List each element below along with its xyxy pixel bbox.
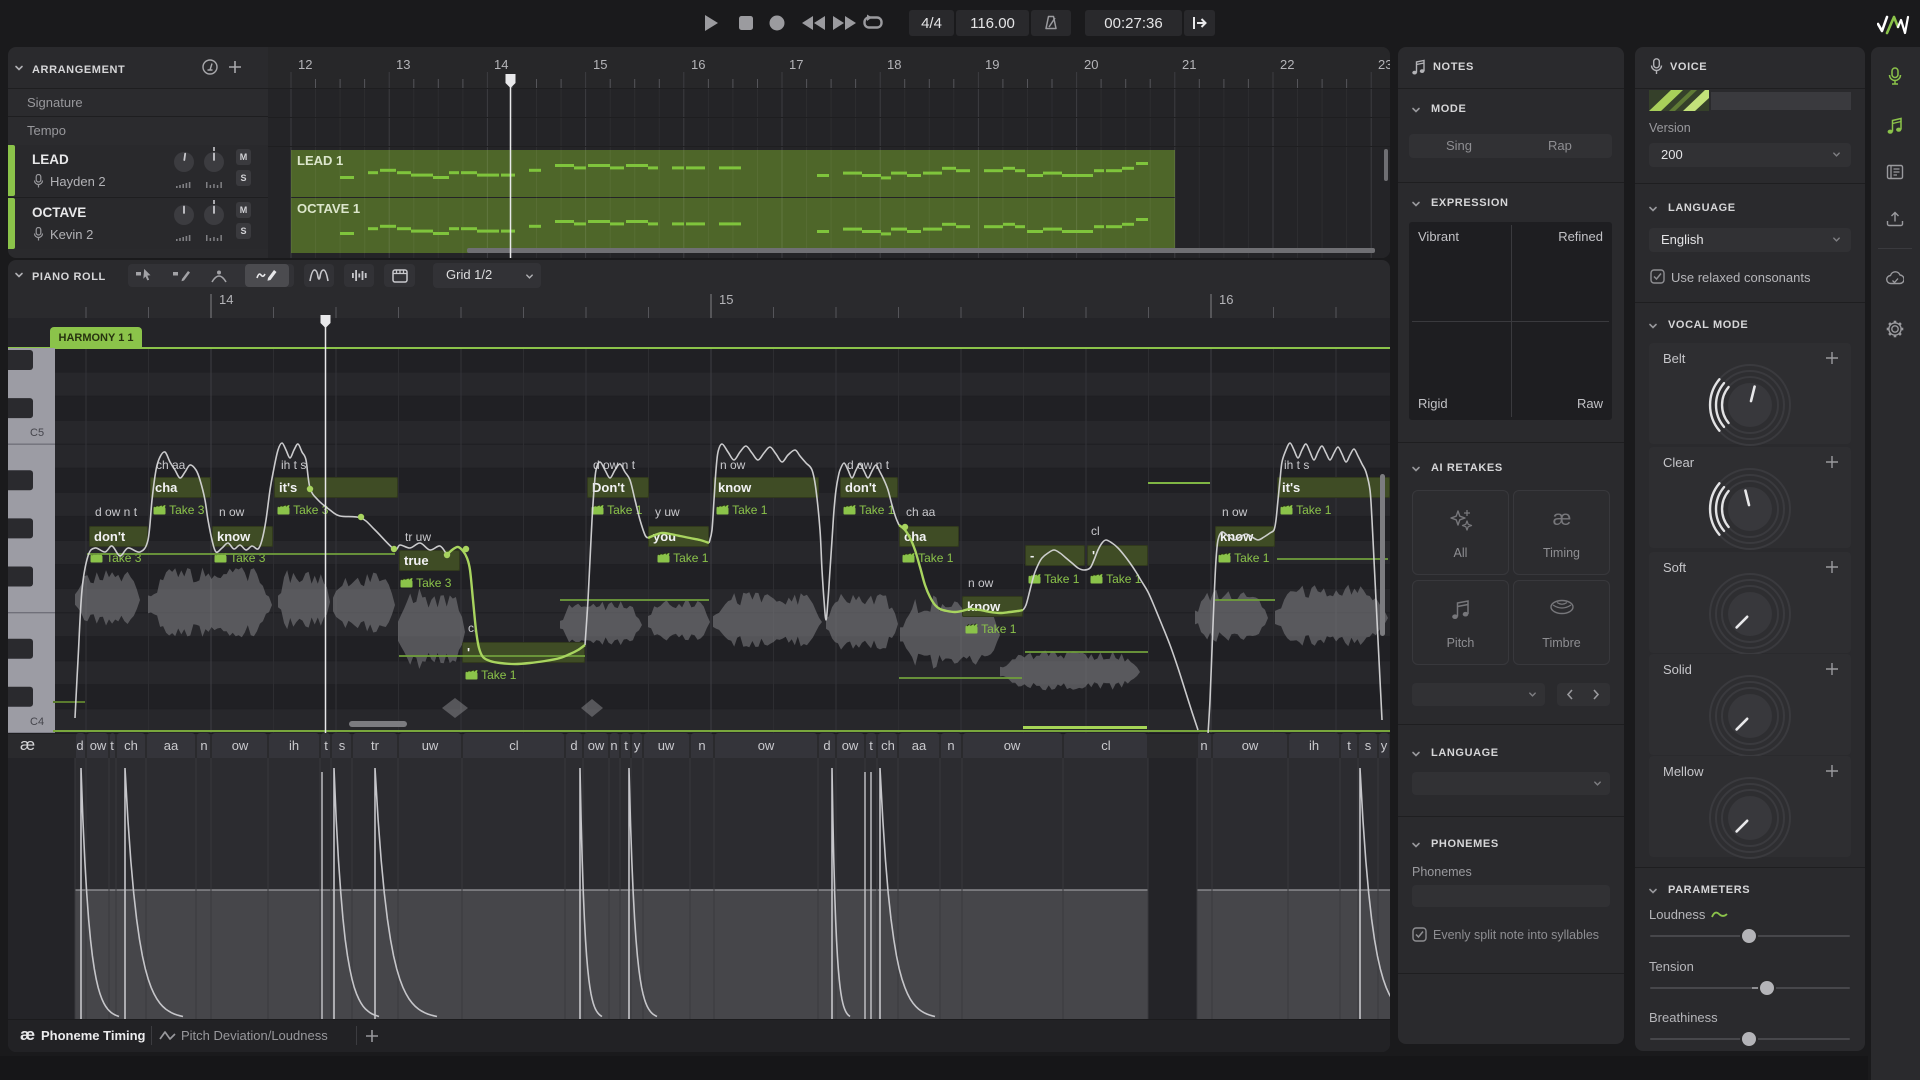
svg-text:s: s: [1365, 738, 1372, 753]
svg-text:15: 15: [593, 57, 607, 72]
svg-text:n: n: [200, 738, 207, 753]
svg-text:ow: ow: [758, 738, 775, 753]
svg-text:t: t: [624, 738, 628, 753]
svg-text:t: t: [110, 738, 114, 753]
svg-text:15: 15: [719, 292, 733, 307]
svg-text:æ: æ: [1552, 508, 1571, 530]
svg-text:22: 22: [1280, 57, 1294, 72]
svg-text:16: 16: [691, 57, 705, 72]
svg-text:ow: ow: [232, 738, 249, 753]
svg-text:n: n: [610, 738, 617, 753]
svg-text:n: n: [1200, 738, 1207, 753]
svg-text:19: 19: [985, 57, 999, 72]
svg-text:n: n: [947, 738, 954, 753]
svg-text:s: s: [339, 738, 346, 753]
svg-text:16: 16: [1219, 292, 1233, 307]
svg-text:d: d: [823, 738, 830, 753]
svg-text:ch: ch: [881, 738, 895, 753]
svg-text:n: n: [698, 738, 705, 753]
svg-text:d: d: [76, 738, 83, 753]
svg-text:aa: aa: [164, 738, 179, 753]
svg-text:17: 17: [789, 57, 803, 72]
svg-text:t: t: [869, 738, 873, 753]
svg-text:18: 18: [887, 57, 901, 72]
svg-text:tr: tr: [371, 738, 380, 753]
svg-text:t: t: [1347, 738, 1351, 753]
svg-text:ow: ow: [1242, 738, 1259, 753]
svg-text:13: 13: [396, 57, 410, 72]
svg-text:20: 20: [1084, 57, 1098, 72]
svg-text:ih: ih: [289, 738, 299, 753]
svg-text:cl: cl: [509, 738, 519, 753]
svg-text:y: y: [1381, 738, 1388, 753]
svg-text:y: y: [634, 738, 641, 753]
svg-text:ow: ow: [90, 738, 107, 753]
svg-text:14: 14: [219, 292, 233, 307]
svg-text:14: 14: [494, 57, 508, 72]
svg-text:cl: cl: [1101, 738, 1111, 753]
svg-text:ch: ch: [124, 738, 138, 753]
svg-text:23: 23: [1378, 57, 1390, 72]
svg-text:ow: ow: [1004, 738, 1021, 753]
svg-text:ih: ih: [1309, 738, 1319, 753]
svg-text:d: d: [570, 738, 577, 753]
svg-text:ow: ow: [842, 738, 859, 753]
svg-text:uw: uw: [422, 738, 439, 753]
svg-text:ow: ow: [588, 738, 605, 753]
svg-text:uw: uw: [658, 738, 675, 753]
svg-text:21: 21: [1182, 57, 1196, 72]
svg-text:t: t: [324, 738, 328, 753]
svg-text:12: 12: [298, 57, 312, 72]
svg-text:aa: aa: [912, 738, 927, 753]
